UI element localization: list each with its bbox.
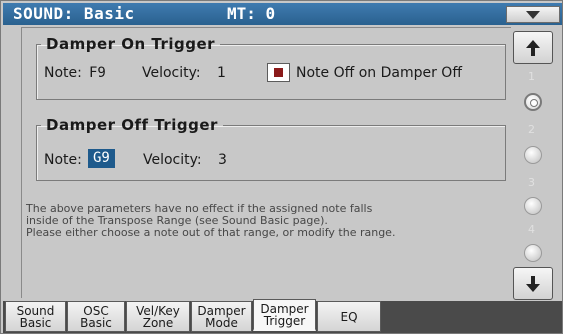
tab-label-line-1: EQ — [340, 309, 358, 324]
scroll-down-button[interactable] — [513, 267, 553, 300]
damper-off-trigger-title: Damper Off Trigger — [46, 116, 218, 134]
tab-label-line-1: Sound — [16, 303, 55, 318]
tab-label-line-1: Vel/Key — [136, 303, 180, 318]
scroll-bar: 1 2 3 4 — [513, 31, 553, 300]
tab-label-line-2: Mode — [205, 315, 238, 330]
tab-label-line-2: Basic — [80, 315, 112, 330]
page-header: SOUND: Basic MT: 0 — [3, 3, 562, 25]
damper-on-note-value[interactable]: F9 — [89, 65, 106, 81]
damper-off-velocity-value[interactable]: 3 — [218, 152, 227, 168]
tab-osc-basic[interactable]: OSC Basic — [67, 301, 125, 332]
page-menu-button[interactable] — [506, 6, 560, 23]
scroll-position-3[interactable] — [524, 197, 542, 215]
arrow-up-icon — [526, 39, 540, 56]
chevron-down-icon — [526, 10, 540, 19]
damper-on-trigger-title: Damper On Trigger — [46, 35, 216, 53]
tab-eq[interactable]: EQ — [317, 301, 381, 332]
tab-sound-basic[interactable]: Sound Basic — [5, 301, 66, 332]
tab-vel-key-zone[interactable]: Vel/Key Zone — [126, 301, 190, 332]
tab-label-line-1: Damper — [197, 303, 246, 318]
scroll-position-2[interactable] — [524, 146, 542, 164]
tab-label-line-1: Damper — [260, 301, 309, 316]
tab-damper-trigger[interactable]: Damper Trigger — [253, 299, 316, 331]
note-off-on-damper-off-label: Note Off on Damper Off — [296, 65, 462, 81]
multitrack-indicator: MT: 0 — [227, 4, 276, 23]
arrow-down-icon — [526, 275, 540, 292]
tab-label-line-2: Zone — [142, 315, 174, 330]
tab-label-line-1: OSC — [83, 303, 109, 318]
damper-off-velocity-label: Velocity: — [143, 152, 202, 168]
note-off-on-damper-off-checkbox[interactable] — [267, 63, 290, 82]
info-text-line-3: Please either choose a note out of that … — [26, 226, 396, 239]
damper-on-note-label: Note: — [44, 65, 82, 81]
checkbox-checked-mark — [274, 68, 283, 77]
sound-basic-panel: SOUND: Basic MT: 0 Damper On Trigger Not… — [0, 0, 563, 334]
scroll-position-4[interactable] — [524, 244, 542, 262]
scroll-up-button[interactable] — [513, 31, 553, 64]
tab-label-line-2: Trigger — [263, 313, 306, 328]
scroll-track: 1 2 3 4 — [515, 67, 551, 263]
damper-on-velocity-label: Velocity: — [142, 65, 201, 81]
damper-off-note-value[interactable]: G9 — [88, 149, 115, 168]
info-text: The above parameters have no effect if t… — [26, 203, 512, 239]
screen: SOUND: Basic MT: 0 Damper On Trigger Not… — [0, 0, 563, 334]
scroll-position-1[interactable] — [524, 93, 542, 111]
scroll-index-1: 1 — [528, 70, 535, 83]
scroll-index-4: 4 — [528, 223, 535, 236]
content-area: Damper On Trigger Note: F9 Velocity: 1 N… — [21, 27, 511, 298]
scroll-index-2: 2 — [528, 123, 535, 136]
damper-on-velocity-value[interactable]: 1 — [217, 65, 226, 81]
damper-off-note-label: Note: — [44, 152, 82, 168]
tab-damper-mode[interactable]: Damper Mode — [191, 301, 252, 332]
tab-label-line-2: Basic — [19, 315, 52, 330]
tab-bar: Sound Basic OSC Basic Vel/Key Zone Dampe… — [3, 299, 562, 333]
page-title: SOUND: Basic — [13, 4, 135, 23]
scroll-index-3: 3 — [528, 176, 535, 189]
